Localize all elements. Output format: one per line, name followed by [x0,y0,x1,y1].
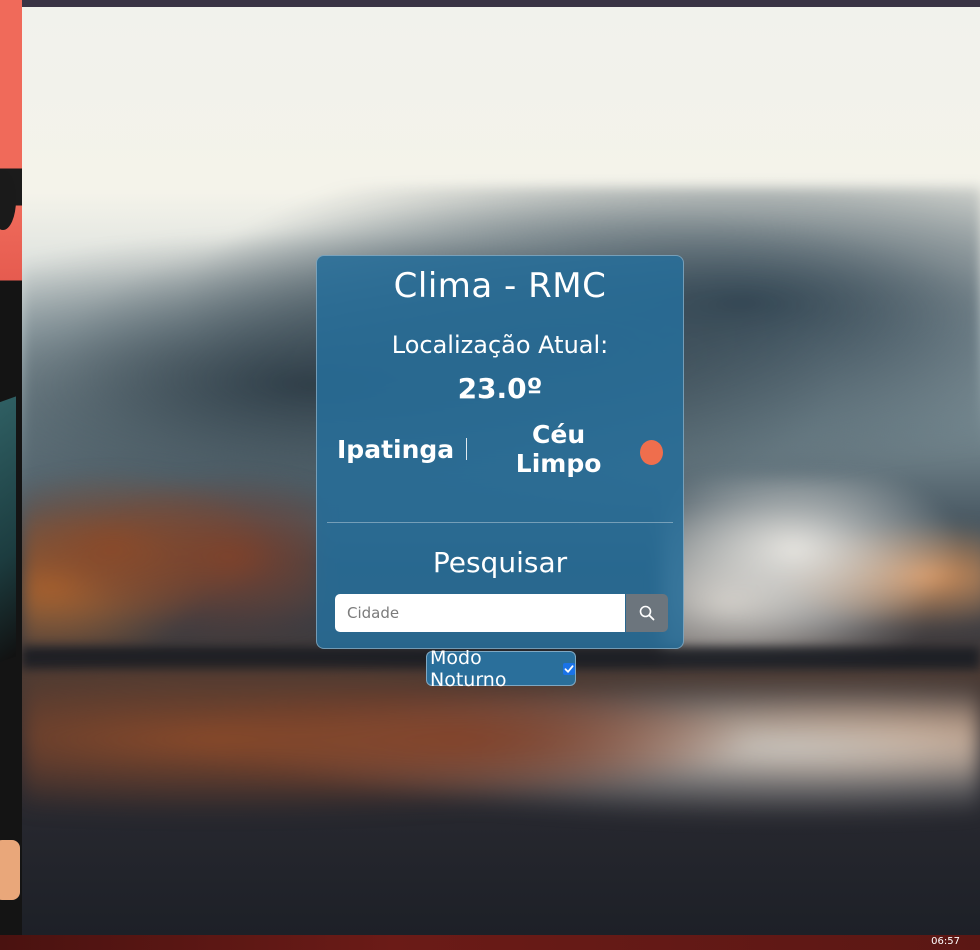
city-search-input[interactable] [335,594,625,632]
weather-info-row: Ipatinga Céu Limpo [337,420,663,478]
divider [327,522,673,523]
temperature-value: 23.0º [457,372,543,405]
window-top-bar [22,0,980,7]
taskbar: 06:57 [0,935,980,950]
separator [466,438,468,460]
page-title: Clima - RMC [393,266,607,306]
search-button[interactable] [626,594,668,632]
weather-condition: Céu Limpo [515,420,602,478]
night-mode-checkbox[interactable] [563,662,575,675]
location-label: Localização Atual: [391,331,609,359]
search-bar [335,594,668,632]
night-mode-label: Modo Noturno [430,646,507,691]
city-name: Ipatinga [337,434,455,464]
weather-card: Clima - RMC Localização Atual: 23.0º Ipa… [316,255,684,649]
taskbar-clock: 06:57 [931,936,960,947]
search-icon [639,605,655,621]
search-title: Pesquisar [432,546,568,579]
sun-icon [640,439,663,465]
night-mode-toggle[interactable]: Modo Noturno [426,647,576,691]
checkmark-icon [564,664,574,673]
desktop-left-strip [0,0,22,935]
